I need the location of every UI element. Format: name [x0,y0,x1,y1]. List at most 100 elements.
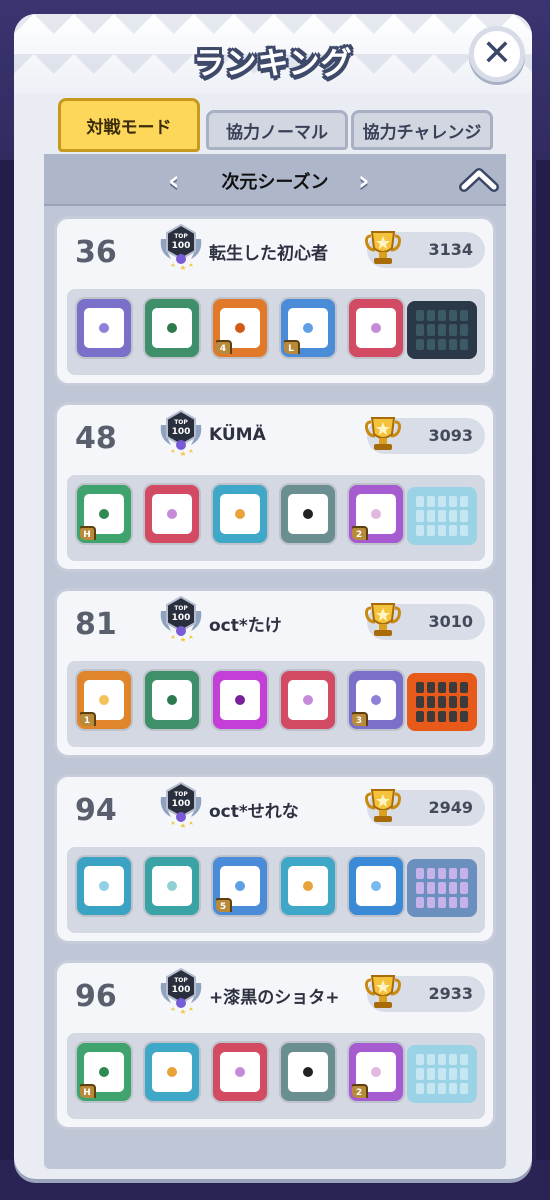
board-cell [438,324,446,336]
dice-pip [99,881,109,891]
dice-face [288,866,328,906]
season-prev-button[interactable]: ‹ [168,164,180,197]
board-cell [438,310,446,322]
tab-versus[interactable]: 対戦モード [58,98,200,152]
dice-pip [303,509,313,519]
board-cell [427,1054,435,1066]
dice-face [356,866,396,906]
dice-icon[interactable]: 5 [213,857,267,915]
dice-level-badge: 5 [216,898,232,912]
board-cell [460,868,468,880]
player-name: oct*たけ [209,616,282,636]
rank-number: 94 [75,793,117,828]
svg-text:TOP: TOP [174,977,188,984]
dice-icon[interactable]: 4 [213,299,267,357]
board-cell [460,882,468,894]
dice-level-badge: H [80,1084,96,1098]
dice-icon[interactable] [349,857,403,915]
rank-card-36[interactable]: 36 TOP 100 転生した初心者 3134 4 L [54,216,496,386]
dice-icon[interactable] [145,1043,199,1101]
dice-face [288,494,328,534]
board-cell [438,696,446,708]
rank-number: 81 [75,607,117,642]
dice-icon[interactable]: 2 [349,485,403,543]
dice-icon[interactable] [349,299,403,357]
collapse-button[interactable] [456,158,502,200]
dice-icon[interactable] [145,299,199,357]
dice-icon[interactable] [213,1043,267,1101]
dice-pip [99,695,109,705]
dice-icon[interactable] [281,671,335,729]
dice-level-badge: 2 [352,1084,368,1098]
rank-card-96[interactable]: 96 TOP 100 +漆黒のショタ+ 2933 H 2 [54,960,496,1130]
board-cell [416,882,424,894]
board-cell [438,1068,446,1080]
board-skin-icon[interactable] [407,1045,477,1103]
close-button[interactable]: ✕ [469,26,525,82]
dice-icon[interactable]: L [281,299,335,357]
dice-icon[interactable] [281,485,335,543]
board-skin-icon[interactable] [407,301,477,359]
dice-icon[interactable]: H [77,485,131,543]
trophy-value: 2933 [428,984,473,1003]
dice-icon[interactable] [281,857,335,915]
dice-level-badge: L [284,340,300,354]
ranking-content: ‹ 次元シーズン › 36 TOP 100 転生した初心者 3134 4 L 4… [44,154,506,1169]
rank-number: 36 [75,235,117,270]
trophy-count: 3093 [365,417,485,454]
trophy-count: 2933 [365,975,485,1012]
dice-icon[interactable] [145,485,199,543]
rank-card-94[interactable]: 94 TOP 100 oct*せれな 2949 5 [54,774,496,944]
svg-text:100: 100 [172,985,191,995]
svg-text:TOP: TOP [174,233,188,240]
dice-pip [167,881,177,891]
board-cell [460,524,468,536]
dice-icon[interactable] [213,485,267,543]
dice-icon[interactable] [145,671,199,729]
board-cell [460,1082,468,1094]
tab-coop-normal[interactable]: 協力ノーマル [206,110,348,150]
deck-area: H2 [67,1033,485,1119]
player-name: oct*せれな [209,802,299,822]
dice-icon[interactable]: 2 [349,1043,403,1101]
board-cell [427,338,435,350]
board-skin-icon[interactable] [407,673,477,731]
season-name: 次元シーズン [221,172,329,193]
board-cell [460,510,468,522]
rank-card-81[interactable]: 81 TOP 100 oct*たけ 3010 1 3 [54,588,496,758]
tab-coop-challenge[interactable]: 協力チャレンジ [351,110,493,150]
dice-pip [303,695,313,705]
dice-face [220,1052,260,1092]
board-cell [438,524,446,536]
dice-icon[interactable] [281,1043,335,1101]
board-cell [460,710,468,722]
dice-face [220,494,260,534]
rank-card-48[interactable]: 48 TOP 100 KÜMÄ 3093 H 2 [54,402,496,572]
dice-icon[interactable] [213,671,267,729]
dice-icon[interactable]: 1 [77,671,131,729]
dice-icon[interactable]: 3 [349,671,403,729]
dice-pip [371,881,381,891]
dice-icon[interactable] [77,299,131,357]
board-skin-icon[interactable] [407,859,477,917]
dice-pip [99,323,109,333]
board-cell [416,868,424,880]
svg-text:TOP: TOP [174,791,188,798]
season-next-button[interactable]: › [358,164,370,197]
dice-pip [371,323,381,333]
deck-area: 4L [67,289,485,375]
board-skin-icon[interactable] [407,487,477,545]
board-cell [427,324,435,336]
dice-icon[interactable] [145,857,199,915]
dice-face [220,680,260,720]
top100-badge-icon: TOP 100 [157,967,205,1017]
dice-face [84,866,124,906]
board-cell [449,496,457,508]
board-cell [449,310,457,322]
background-left [0,160,14,1160]
trophy-value: 3093 [428,426,473,445]
dice-icon[interactable] [77,857,131,915]
board-cell [427,1068,435,1080]
board-cell [427,868,435,880]
dice-icon[interactable]: H [77,1043,131,1101]
